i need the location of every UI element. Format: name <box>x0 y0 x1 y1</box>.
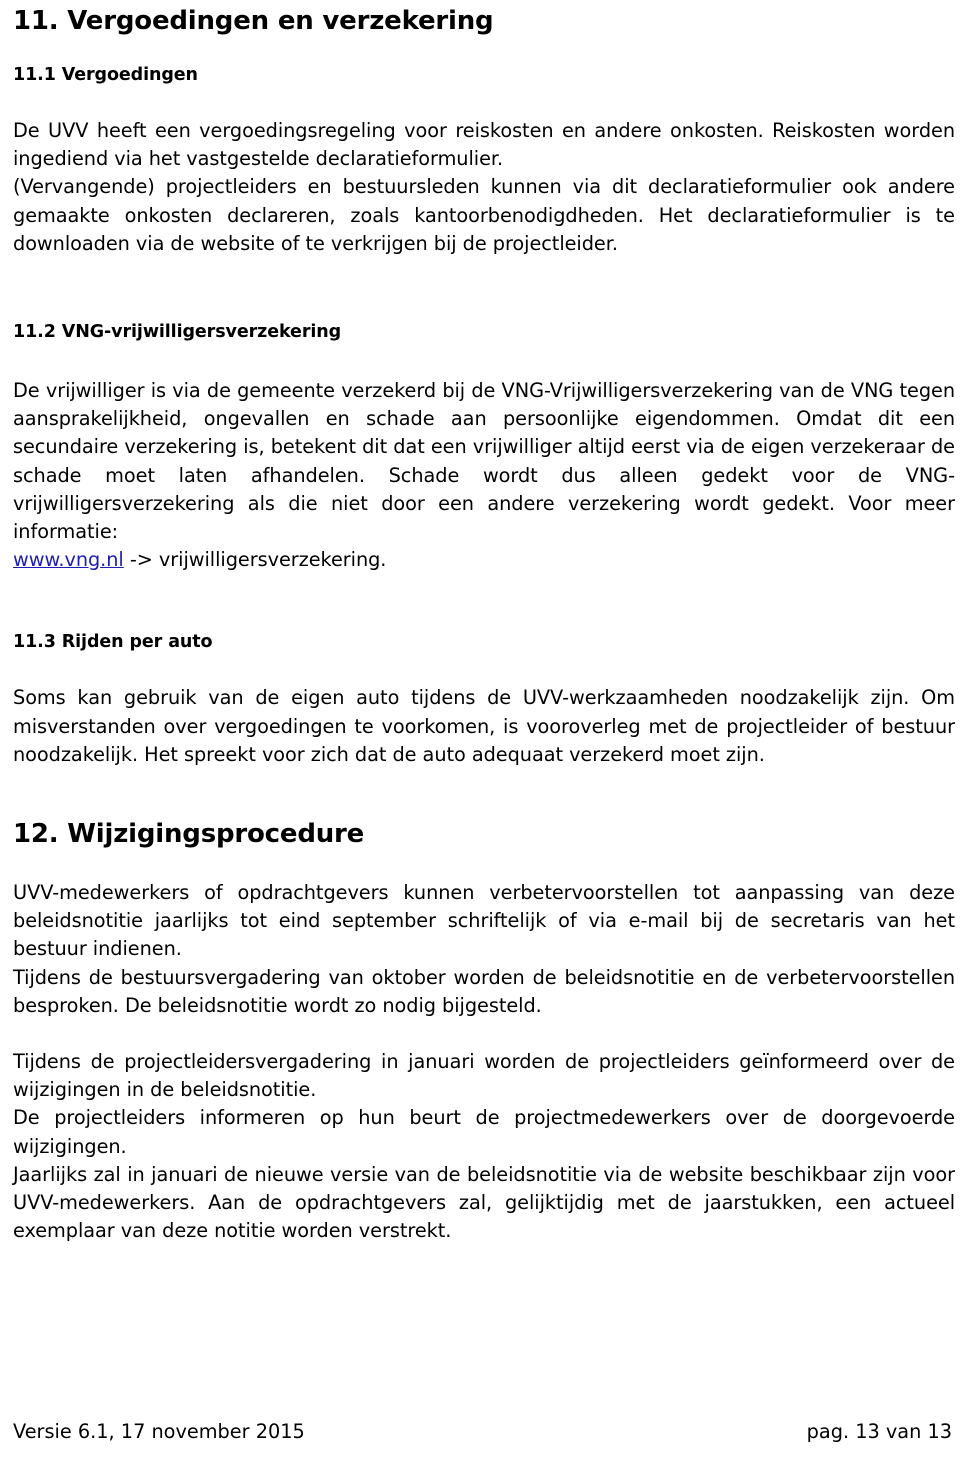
footer-version: Versie 6.1, 17 november 2015 <box>13 1420 305 1443</box>
chapter-12-paragraph-3: Tijdens de projectleidersvergadering in … <box>13 1050 955 1102</box>
vng-website-link[interactable]: www.vng.nl <box>13 548 124 571</box>
page-content: 11. Vergoedingen en verzekering 11.1 Ver… <box>13 4 955 1245</box>
chapter-12-paragraph-5: Jaarlijks zal in januari de nieuwe versi… <box>13 1162 955 1243</box>
section-11-1-heading: 11.1 Vergoedingen <box>13 65 198 85</box>
chapter-12-heading: 12. Wijzigingsprocedure <box>13 819 365 850</box>
chapter-12-paragraph-1: UVV-medewerkers of opdrachtgevers kunnen… <box>13 881 955 961</box>
section-11-1-paragraph-1: De UVV heeft een vergoedingsregeling voo… <box>13 119 955 171</box>
document-page: 11. Vergoedingen en verzekering 11.1 Ver… <box>0 0 960 1457</box>
section-11-2-paragraph-1: De vrijwilliger is via de gemeente verze… <box>13 379 955 544</box>
section-11-1-paragraph-2: (Vervangende) projectleiders en bestuurs… <box>13 175 955 255</box>
section-11-3-heading: 11.3 Rijden per auto <box>13 632 213 653</box>
section-11-2-link-line: www.vng.nl -> vrijwilligersverzekering. <box>13 546 955 574</box>
chapter-12-paragraph-2: Tijdens de bestuursvergadering van oktob… <box>13 965 955 1017</box>
chapter-12-paragraph-4: De projectleiders informeren op hun beur… <box>13 1106 955 1158</box>
page-footer: Versie 6.1, 17 november 2015 pag. 13 van… <box>13 1419 952 1445</box>
link-trailing-text: -> vrijwilligersverzekering. <box>123 548 387 572</box>
section-11-3-paragraph-1: Soms kan gebruik van de eigen auto tijde… <box>13 686 955 766</box>
footer-page-number: pag. 13 van 13 <box>806 1420 952 1443</box>
chapter-11-heading: 11. Vergoedingen en verzekering <box>13 6 494 36</box>
section-11-2-heading: 11.2 VNG-vrijwilligersverzekering <box>13 322 342 343</box>
